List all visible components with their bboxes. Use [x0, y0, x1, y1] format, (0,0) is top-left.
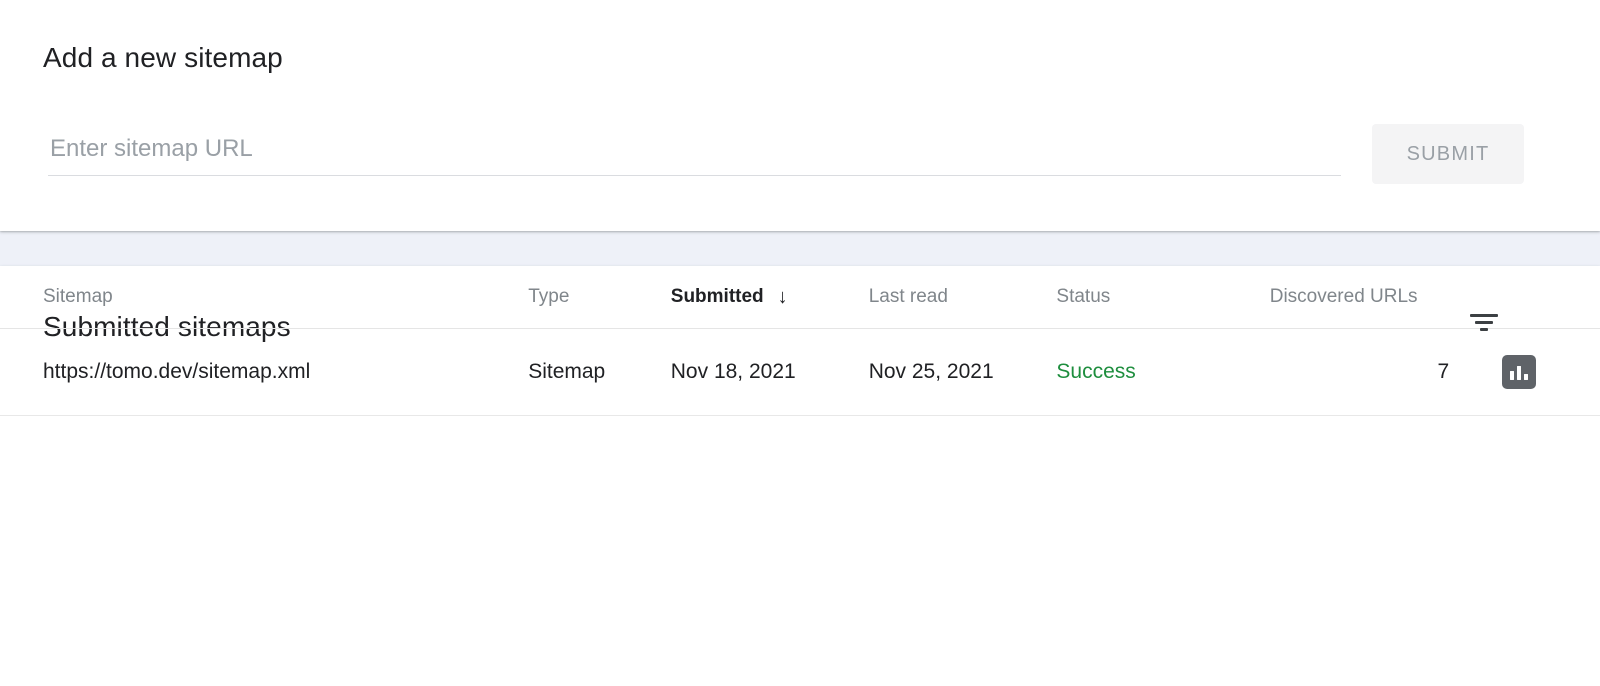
column-header-last-read-label: Last read: [868, 285, 948, 307]
cell-discovered-urls: 7: [1269, 328, 1450, 416]
table-header: Sitemap Type Submitted ↓ Last read Status: [0, 266, 1600, 329]
submit-button[interactable]: SUBMIT: [1372, 124, 1524, 184]
column-header-discovered-urls-label: Discovered URLs: [1269, 285, 1418, 307]
submitted-sitemaps-card: Submitted sitemaps Sitemap Type Submitte…: [0, 266, 1600, 686]
table-row[interactable]: https://tomo.dev/sitemap.xml Sitemap Nov…: [0, 328, 1600, 416]
table-header-row: Sitemap Type Submitted ↓ Last read Status: [0, 266, 1600, 329]
column-header-submitted[interactable]: Submitted ↓: [670, 266, 869, 329]
cell-type: Sitemap: [528, 328, 671, 416]
column-header-status-label: Status: [1056, 285, 1111, 307]
filter-bar-3: [1480, 327, 1488, 331]
filter-bar-2: [1475, 320, 1493, 324]
filter-bar-1: [1470, 313, 1498, 317]
bar-chart-bar-2: [1517, 365, 1522, 380]
sort-descending-arrow-icon: ↓: [777, 285, 788, 308]
column-header-sitemap[interactable]: Sitemap: [0, 266, 529, 329]
sitemaps-table: Sitemap Type Submitted ↓ Last read Status: [0, 266, 1600, 416]
column-header-type-label: Type: [528, 285, 570, 307]
sitemaps-page: Add a new sitemap SUBMIT Submitted sitem…: [0, 0, 1600, 686]
column-header-discovered-urls[interactable]: Discovered URLs: [1269, 266, 1450, 329]
bar-chart-bar-1: [1510, 370, 1515, 380]
cell-sitemap-url[interactable]: https://tomo.dev/sitemap.xml: [0, 328, 529, 416]
filter-list-icon[interactable]: [1462, 300, 1506, 344]
column-header-sitemap-label: Sitemap: [43, 285, 113, 307]
cell-status: Success: [1056, 328, 1270, 416]
add-sitemap-title: Add a new sitemap: [43, 42, 283, 73]
add-sitemap-card: Add a new sitemap SUBMIT: [0, 0, 1600, 231]
sitemap-url-input[interactable]: [48, 128, 1341, 176]
column-header-submitted-label: Submitted: [670, 285, 764, 307]
column-header-last-read[interactable]: Last read: [868, 266, 1057, 329]
column-header-status[interactable]: Status: [1056, 266, 1270, 329]
cell-last-read-date: Nov 25, 2021: [868, 328, 1057, 416]
sitemap-url-field-wrapper: [48, 128, 1341, 178]
bar-chart-bar-3: [1524, 373, 1529, 380]
column-header-type[interactable]: Type: [528, 266, 671, 329]
table-body: https://tomo.dev/sitemap.xml Sitemap Nov…: [0, 328, 1600, 416]
section-gap: [0, 231, 1600, 266]
bar-chart-icon[interactable]: [1502, 354, 1537, 389]
cell-submitted-date: Nov 18, 2021: [670, 328, 869, 416]
